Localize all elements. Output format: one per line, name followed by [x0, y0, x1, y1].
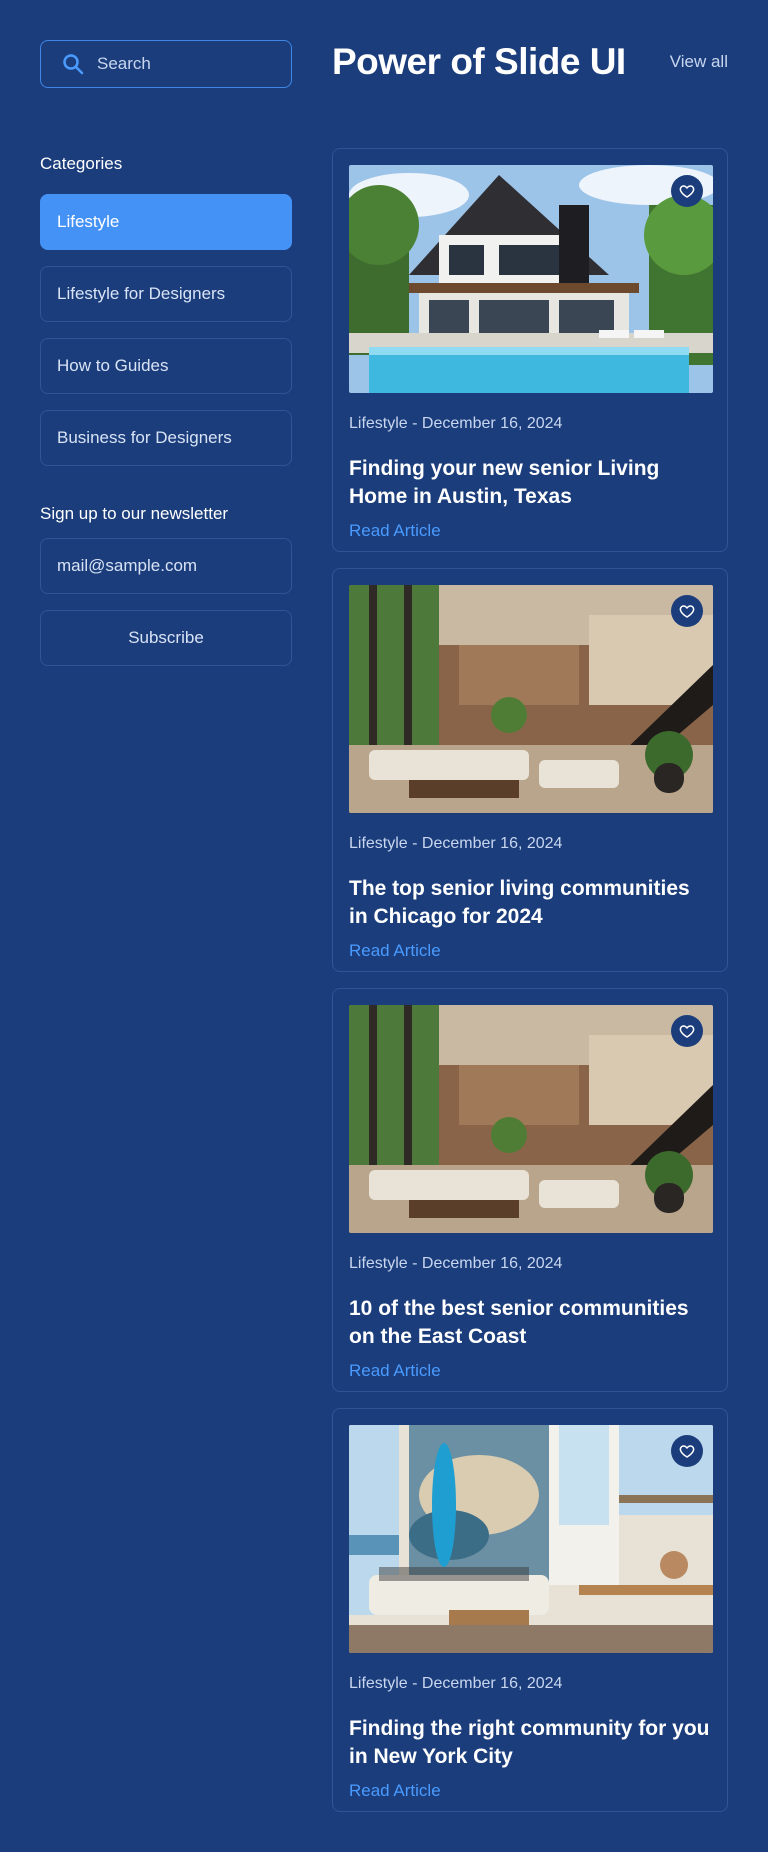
view-all-link[interactable]: View all — [670, 52, 728, 72]
categories-label: Categories — [40, 154, 123, 173]
heart-icon[interactable] — [671, 1435, 703, 1467]
read-article-link[interactable]: Read Article — [349, 521, 711, 541]
category-how-to-guides[interactable]: How to Guides — [40, 338, 292, 394]
read-article-link[interactable]: Read Article — [349, 1361, 711, 1381]
article-meta: Lifestyle - December 16, 2024 — [349, 415, 563, 432]
article-title[interactable]: Finding the right community for you in N… — [349, 1715, 711, 1771]
search-input[interactable]: Search — [97, 54, 151, 74]
heart-icon[interactable] — [671, 1015, 703, 1047]
article-card[interactable]: Lifestyle - December 16, 2024 Finding yo… — [332, 148, 728, 552]
article-card[interactable]: Lifestyle - December 16, 2024 Finding th… — [332, 1408, 728, 1812]
article-meta: Lifestyle - December 16, 2024 — [349, 1675, 563, 1692]
read-article-link[interactable]: Read Article — [349, 941, 711, 961]
category-lifestyle-for-designers[interactable]: Lifestyle for Designers — [40, 266, 292, 322]
article-meta: Lifestyle - December 16, 2024 — [349, 835, 563, 852]
article-list: Lifestyle - December 16, 2024 Finding yo… — [332, 148, 728, 1828]
newsletter-label: Sign up to our newsletter — [40, 504, 229, 523]
article-title[interactable]: 10 of the best senior communities on the… — [349, 1295, 711, 1351]
heart-icon[interactable] — [671, 595, 703, 627]
sidebar: Categories Lifestyle Lifestyle for Desig… — [40, 150, 292, 666]
article-title[interactable]: The top senior living communities in Chi… — [349, 875, 711, 931]
article-image — [349, 585, 713, 813]
article-meta: Lifestyle - December 16, 2024 — [349, 1255, 563, 1272]
subscribe-button[interactable]: Subscribe — [40, 610, 292, 666]
search-icon — [61, 52, 85, 76]
article-image — [349, 1005, 713, 1233]
heart-icon[interactable] — [671, 175, 703, 207]
category-lifestyle[interactable]: Lifestyle — [40, 194, 292, 250]
article-image — [349, 165, 713, 393]
article-card[interactable]: Lifestyle - December 16, 2024 The top se… — [332, 568, 728, 972]
search-box[interactable]: Search — [40, 40, 292, 88]
read-article-link[interactable]: Read Article — [349, 1781, 711, 1801]
category-business-for-designers[interactable]: Business for Designers — [40, 410, 292, 466]
article-image — [349, 1425, 713, 1653]
page-title: Power of Slide UI — [332, 41, 626, 82]
article-card[interactable]: Lifestyle - December 16, 2024 10 of the … — [332, 988, 728, 1392]
article-title[interactable]: Finding your new senior Living Home in A… — [349, 455, 711, 511]
email-field[interactable]: mail@sample.com — [40, 538, 292, 594]
